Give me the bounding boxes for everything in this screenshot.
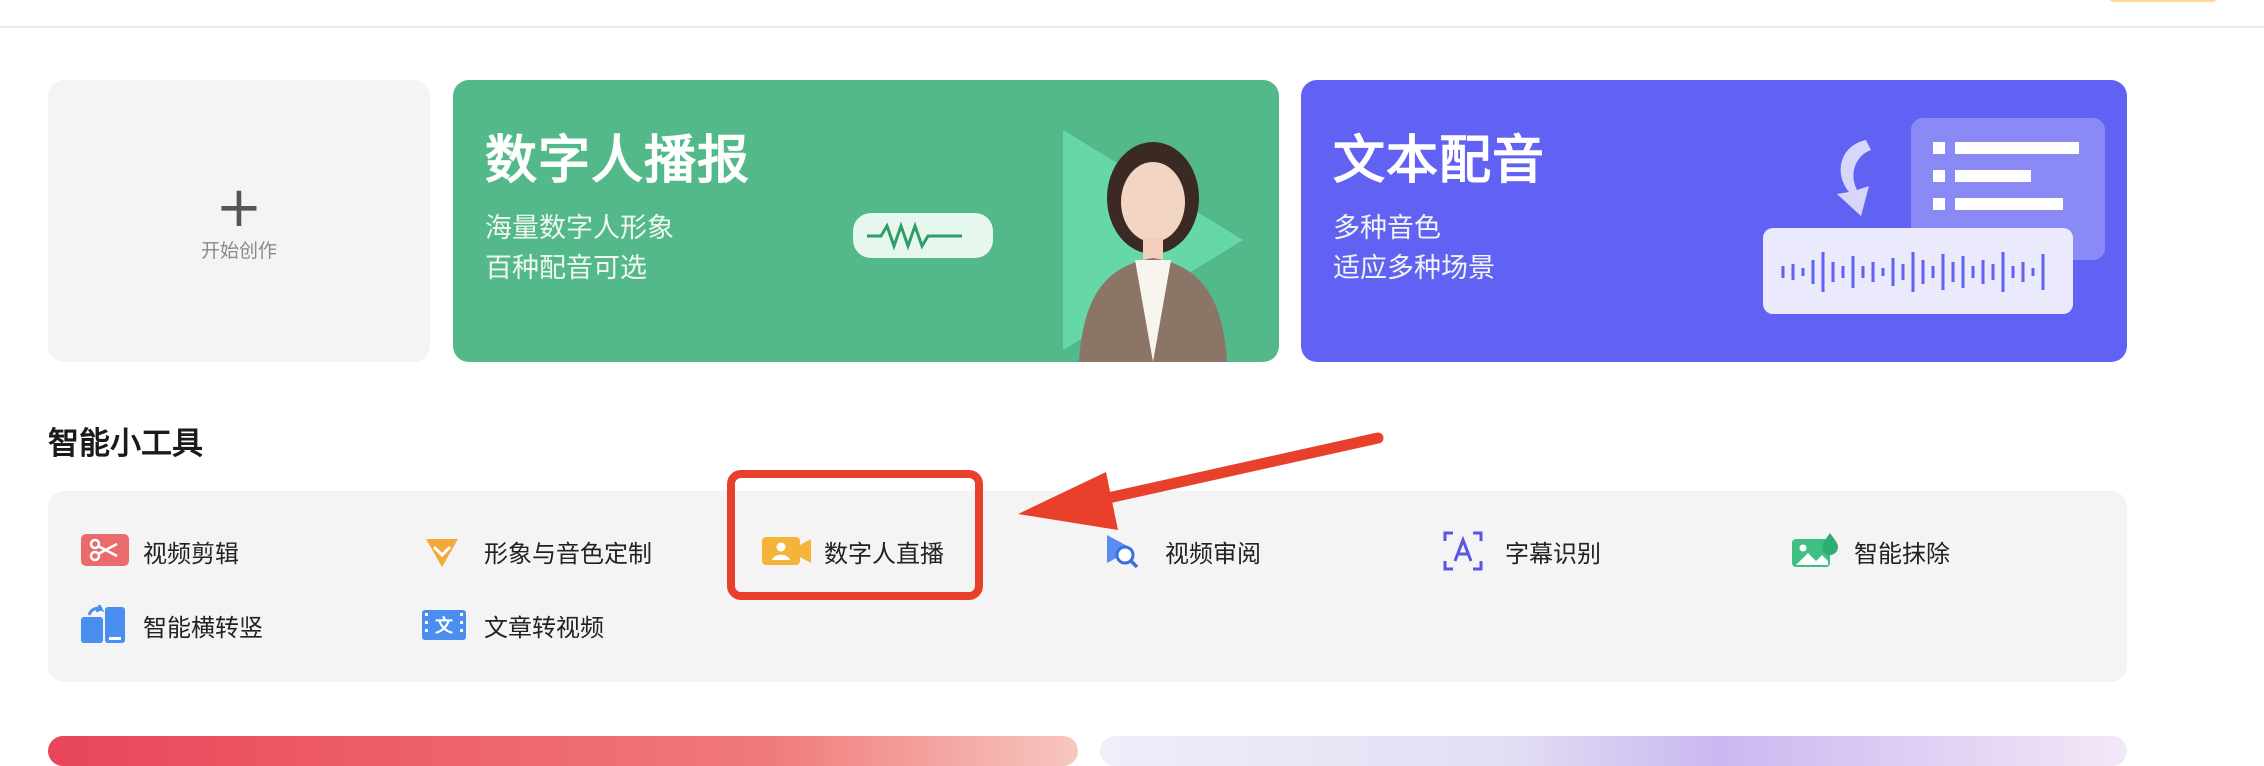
tool-label: 文章转视频 — [484, 613, 604, 642]
top-right-button-edge[interactable] — [2108, 0, 2218, 2]
tool-label: 视频剪辑 — [143, 539, 239, 568]
digital-human-illustration — [853, 130, 1243, 362]
tool-label: 数字人直播 — [824, 539, 944, 568]
image-erase-icon — [1792, 529, 1842, 573]
card-subtitle: 适应多种场景 — [1333, 253, 1495, 284]
tool-avatar-voice-customize[interactable]: 形象与音色定制 — [422, 529, 652, 573]
tool-label: 字幕识别 — [1505, 539, 1601, 568]
digital-human-broadcast-card[interactable]: 数字人播报 海量数字人形象 百种配音可选 — [453, 80, 1279, 362]
start-create-card[interactable]: + 开始创作 — [48, 80, 430, 362]
diamond-icon — [422, 529, 472, 573]
card-title: 数字人播报 — [485, 131, 751, 191]
card-subtitle: 海量数字人形象 — [485, 213, 674, 244]
tool-article-to-video[interactable]: 文 文章转视频 — [422, 603, 604, 647]
card-subtitle: 多种音色 — [1333, 213, 1441, 244]
start-create-label: 开始创作 — [200, 240, 277, 262]
tool-video-edit[interactable]: 视频剪辑 — [81, 529, 239, 573]
tools-panel: 视频剪辑 形象与音色定制 数字人直播 视频审阅 字幕识别 智能抹除 智能横转竖 … — [48, 491, 2127, 682]
card-subtitle: 百种配音可选 — [485, 253, 647, 284]
subtitle-scan-icon — [1443, 529, 1493, 573]
scissors-icon — [81, 529, 131, 573]
rotate-screen-icon — [81, 603, 131, 647]
tool-label: 视频审阅 — [1165, 539, 1261, 568]
tool-label: 智能横转竖 — [143, 613, 263, 642]
tool-label: 形象与音色定制 — [484, 539, 652, 568]
tool-digital-human-live[interactable]: 数字人直播 — [762, 529, 944, 573]
bottom-banner-left[interactable] — [48, 736, 1078, 766]
text-voice-illustration — [1763, 118, 2105, 314]
tool-label: 智能抹除 — [1854, 539, 1950, 568]
card-title: 文本配音 — [1333, 131, 1546, 191]
tool-landscape-to-portrait[interactable]: 智能横转竖 — [81, 603, 263, 647]
tool-video-review[interactable]: 视频审阅 — [1103, 529, 1261, 573]
tool-smart-erase[interactable]: 智能抹除 — [1792, 529, 1950, 573]
review-magnifier-icon — [1103, 529, 1153, 573]
plus-icon: + — [215, 175, 263, 240]
tools-section-title: 智能小工具 — [48, 426, 203, 462]
live-camera-icon — [762, 529, 812, 573]
top-bar — [0, 0, 2264, 28]
text-voice-card[interactable]: 文本配音 多种音色 适应多种场景 — [1301, 80, 2127, 362]
bottom-banner-right[interactable] — [1100, 736, 2127, 766]
article-video-icon: 文 — [422, 603, 472, 647]
article-video-glyph: 文 — [435, 615, 454, 637]
tool-subtitle-recognition[interactable]: 字幕识别 — [1443, 529, 1601, 573]
